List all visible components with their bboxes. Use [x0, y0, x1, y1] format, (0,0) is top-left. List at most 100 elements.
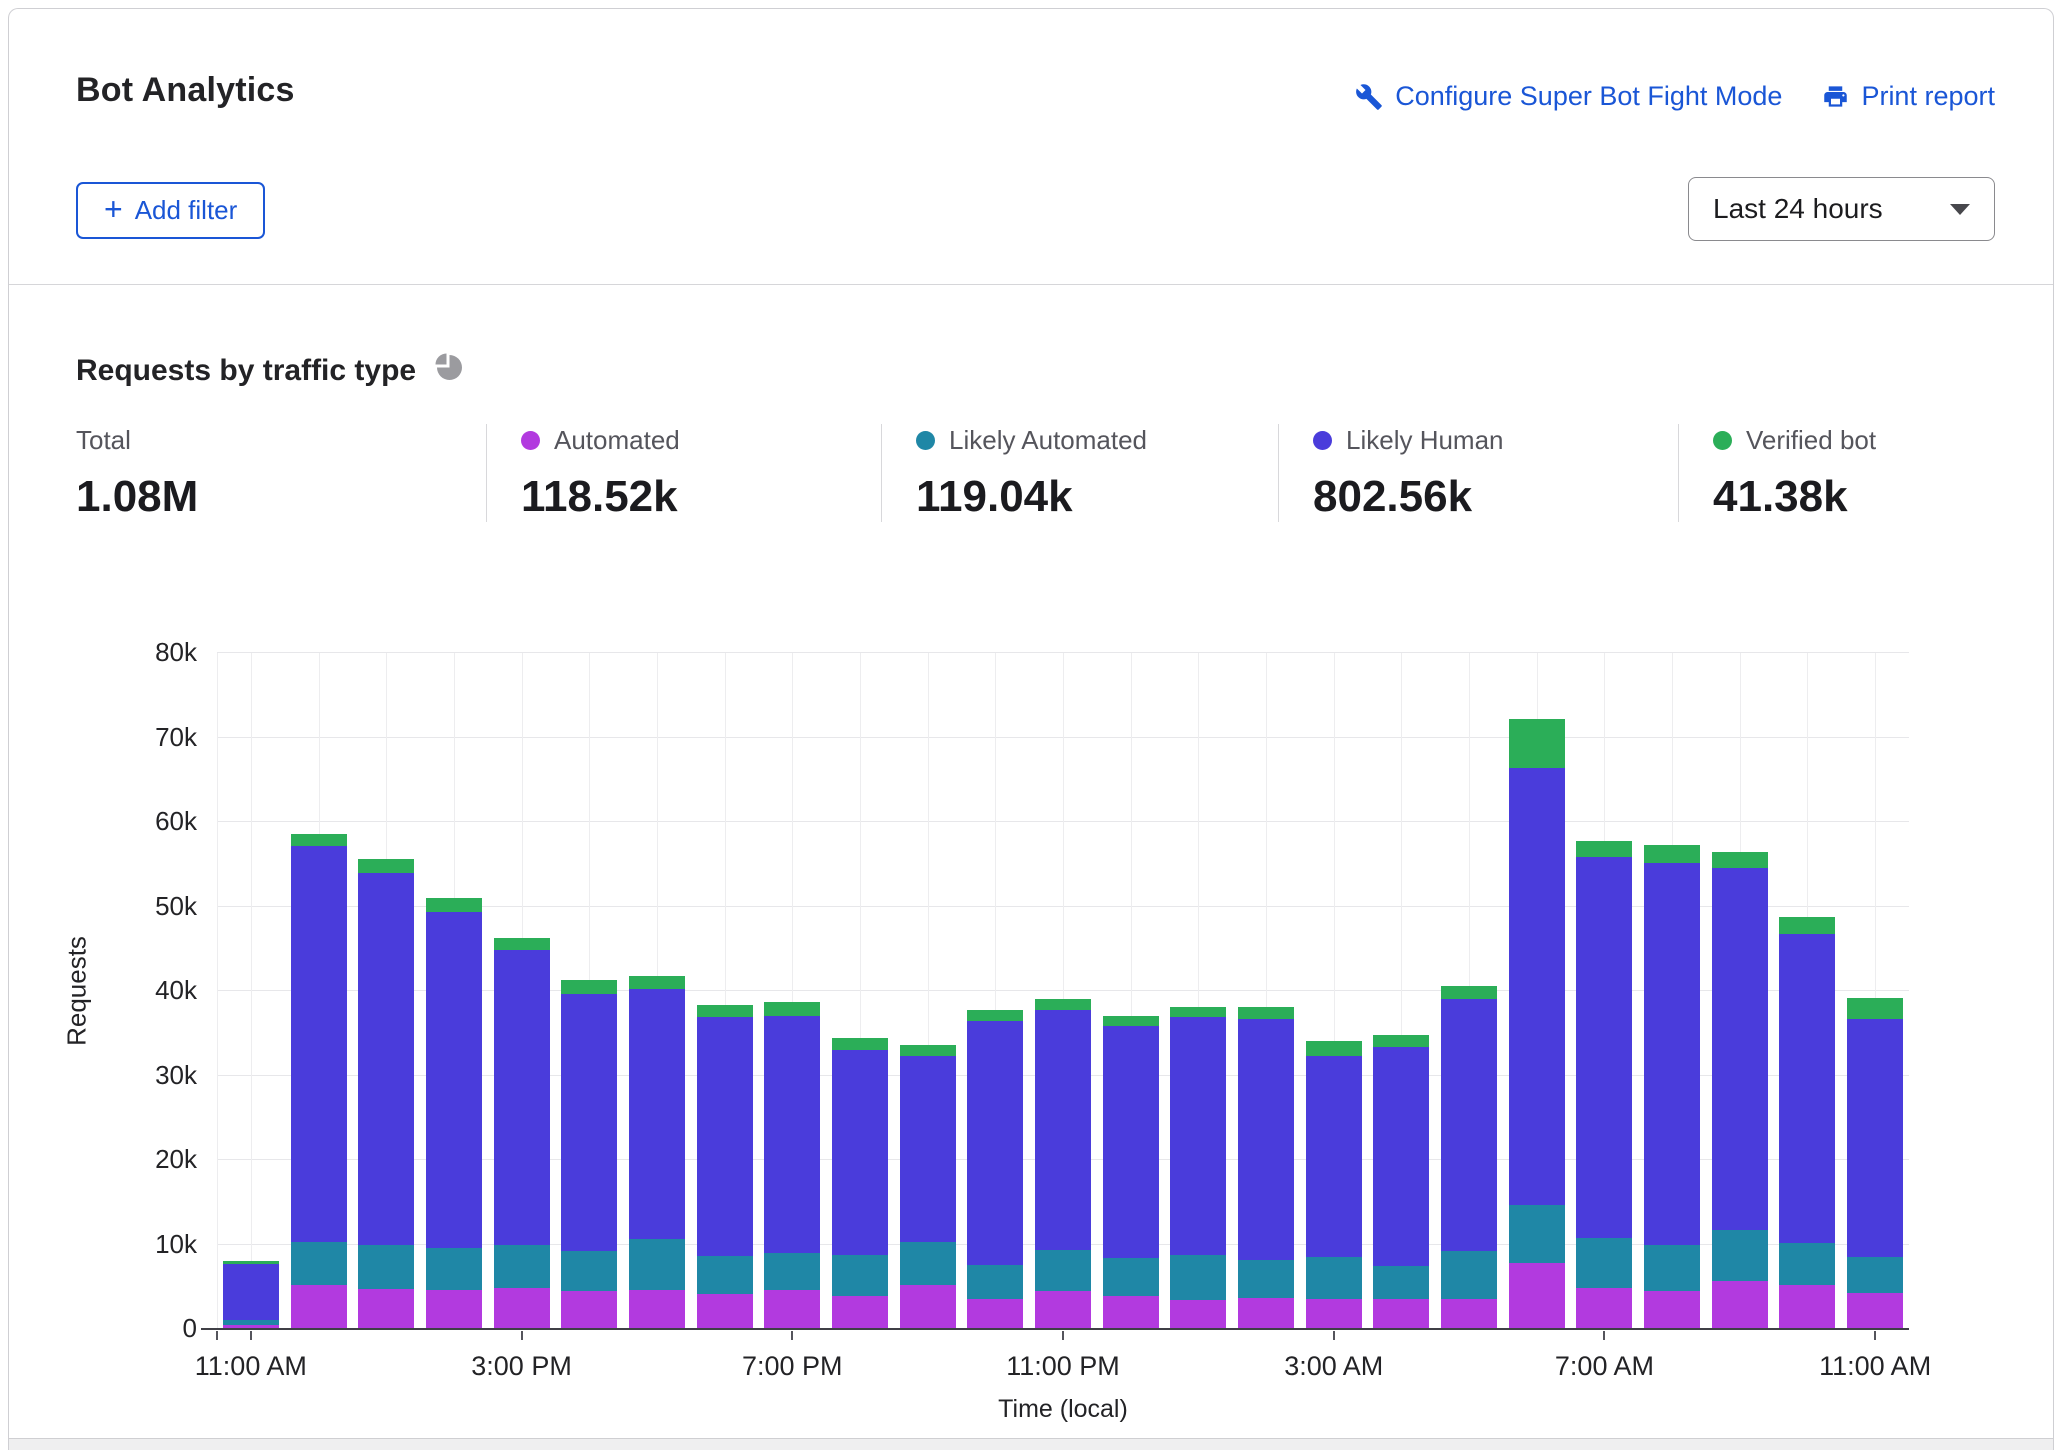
bar-1-00-am[interactable]: [1170, 1007, 1226, 1329]
segment-automated: [494, 1288, 550, 1329]
segment-verified-bot: [291, 834, 347, 846]
bar-6-00-am[interactable]: [1509, 719, 1565, 1329]
stat-verified-bot: Verified bot41.38k: [1678, 424, 1896, 522]
segment-verified-bot: [1576, 841, 1632, 858]
segment-verified-bot: [1373, 1035, 1429, 1047]
segment-likely-human: [900, 1056, 956, 1242]
segment-likely-automated: [900, 1242, 956, 1285]
bar-11-00-am[interactable]: [1847, 998, 1903, 1329]
stat-value: 1.08M: [76, 472, 466, 522]
segment-automated: [629, 1290, 685, 1329]
stat-label: Likely Human: [1346, 425, 1504, 456]
segment-likely-automated: [1306, 1257, 1362, 1298]
page-title: Bot Analytics: [76, 71, 295, 110]
legend-dot: [1313, 431, 1332, 450]
bar-9-00-pm[interactable]: [900, 1045, 956, 1329]
segment-automated: [1373, 1299, 1429, 1329]
bar-5-00-pm[interactable]: [629, 976, 685, 1329]
bar-7-00-pm[interactable]: [764, 1002, 820, 1329]
segment-likely-human: [358, 873, 414, 1246]
segment-automated: [832, 1296, 888, 1329]
x-tick: [791, 1331, 793, 1340]
bar-3-00-am[interactable]: [1306, 1041, 1362, 1329]
segment-likely-human: [291, 846, 347, 1242]
segment-likely-human: [561, 994, 617, 1252]
segment-automated: [358, 1289, 414, 1329]
stat-value: 119.04k: [916, 472, 1258, 522]
time-range-select[interactable]: Last 24 hours: [1688, 177, 1995, 241]
x-tick-label: 11:00 AM: [1765, 1351, 1985, 1382]
bar-12-00-pm[interactable]: [291, 834, 347, 1329]
segment-likely-automated: [967, 1265, 1023, 1300]
segment-verified-bot: [967, 1010, 1023, 1021]
bar-2-00-am[interactable]: [1238, 1007, 1294, 1329]
x-tick-label: 11:00 PM: [953, 1351, 1173, 1382]
section-heading-text: Requests by traffic type: [76, 354, 416, 388]
segment-verified-bot: [1170, 1007, 1226, 1017]
bar-9-00-am[interactable]: [1712, 852, 1768, 1329]
bar-8-00-pm[interactable]: [832, 1038, 888, 1329]
segment-likely-automated: [1103, 1258, 1159, 1296]
segment-likely-human: [223, 1264, 279, 1320]
segment-likely-human: [697, 1017, 753, 1256]
segment-likely-human: [967, 1021, 1023, 1264]
print-report-link[interactable]: Print report: [1822, 81, 1995, 112]
segment-likely-automated: [1712, 1230, 1768, 1281]
segment-automated: [1170, 1300, 1226, 1329]
bot-analytics-card: Bot Analytics Configure Super Bot Fight …: [8, 8, 2054, 1450]
bar-4-00-pm[interactable]: [561, 980, 617, 1329]
segment-likely-human: [764, 1016, 820, 1253]
stat-label: Automated: [554, 425, 680, 456]
y-tick-label: 50k: [47, 891, 197, 922]
segment-verified-bot: [697, 1005, 753, 1018]
stat-automated: Automated118.52k: [486, 424, 881, 522]
next-section-edge: [9, 1438, 2053, 1450]
bar-11-00-am[interactable]: [223, 1261, 279, 1329]
bar-4-00-am[interactable]: [1373, 1035, 1429, 1329]
segment-likely-automated: [291, 1242, 347, 1285]
segment-automated: [967, 1299, 1023, 1329]
segment-likely-human: [1847, 1019, 1903, 1257]
bar-12-00-am[interactable]: [1103, 1016, 1159, 1329]
bar-5-00-am[interactable]: [1441, 986, 1497, 1329]
segment-likely-automated: [697, 1256, 753, 1294]
bar-3-00-pm[interactable]: [494, 938, 550, 1329]
time-range-value: Last 24 hours: [1713, 193, 1883, 225]
add-filter-button[interactable]: + Add filter: [76, 182, 265, 239]
segment-automated: [1306, 1299, 1362, 1329]
x-tick: [1874, 1331, 1876, 1340]
segment-likely-automated: [426, 1248, 482, 1290]
segment-verified-bot: [1712, 852, 1768, 869]
segment-likely-human: [1779, 934, 1835, 1242]
bar-11-00-pm[interactable]: [1035, 999, 1091, 1329]
y-tick-label: 30k: [47, 1060, 197, 1091]
x-tick: [1062, 1331, 1064, 1340]
stat-likely-automated: Likely Automated119.04k: [881, 424, 1278, 522]
bar-10-00-pm[interactable]: [967, 1010, 1023, 1329]
bar-8-00-am[interactable]: [1644, 845, 1700, 1329]
y-tick-label: 20k: [47, 1144, 197, 1175]
bar-2-00-pm[interactable]: [426, 898, 482, 1329]
configure-super-bot-fight-mode-link[interactable]: Configure Super Bot Fight Mode: [1355, 81, 1782, 112]
segment-likely-automated: [1576, 1238, 1632, 1288]
add-filter-label: Add filter: [135, 195, 238, 226]
segment-likely-automated: [561, 1251, 617, 1291]
x-axis-title: Time (local): [217, 1395, 1909, 1424]
y-tick-label: 0: [47, 1313, 197, 1344]
segment-likely-automated: [1035, 1250, 1091, 1291]
bar-1-00-pm[interactable]: [358, 859, 414, 1329]
bar-10-00-am[interactable]: [1779, 917, 1835, 1329]
bar-6-00-pm[interactable]: [697, 1005, 753, 1329]
segment-verified-bot: [900, 1045, 956, 1056]
traffic-type-stats: Total1.08MAutomated118.52kLikely Automat…: [76, 424, 2003, 522]
printer-icon: [1822, 83, 1849, 110]
segment-likely-automated: [1644, 1245, 1700, 1291]
bar-7-00-am[interactable]: [1576, 841, 1632, 1329]
x-tick-label: 7:00 AM: [1494, 1351, 1714, 1382]
segment-verified-bot: [494, 938, 550, 951]
print-link-label: Print report: [1861, 81, 1995, 112]
segment-likely-human: [1576, 857, 1632, 1237]
segment-verified-bot: [1103, 1016, 1159, 1027]
segment-likely-automated: [1238, 1260, 1294, 1298]
segment-likely-human: [1103, 1026, 1159, 1258]
